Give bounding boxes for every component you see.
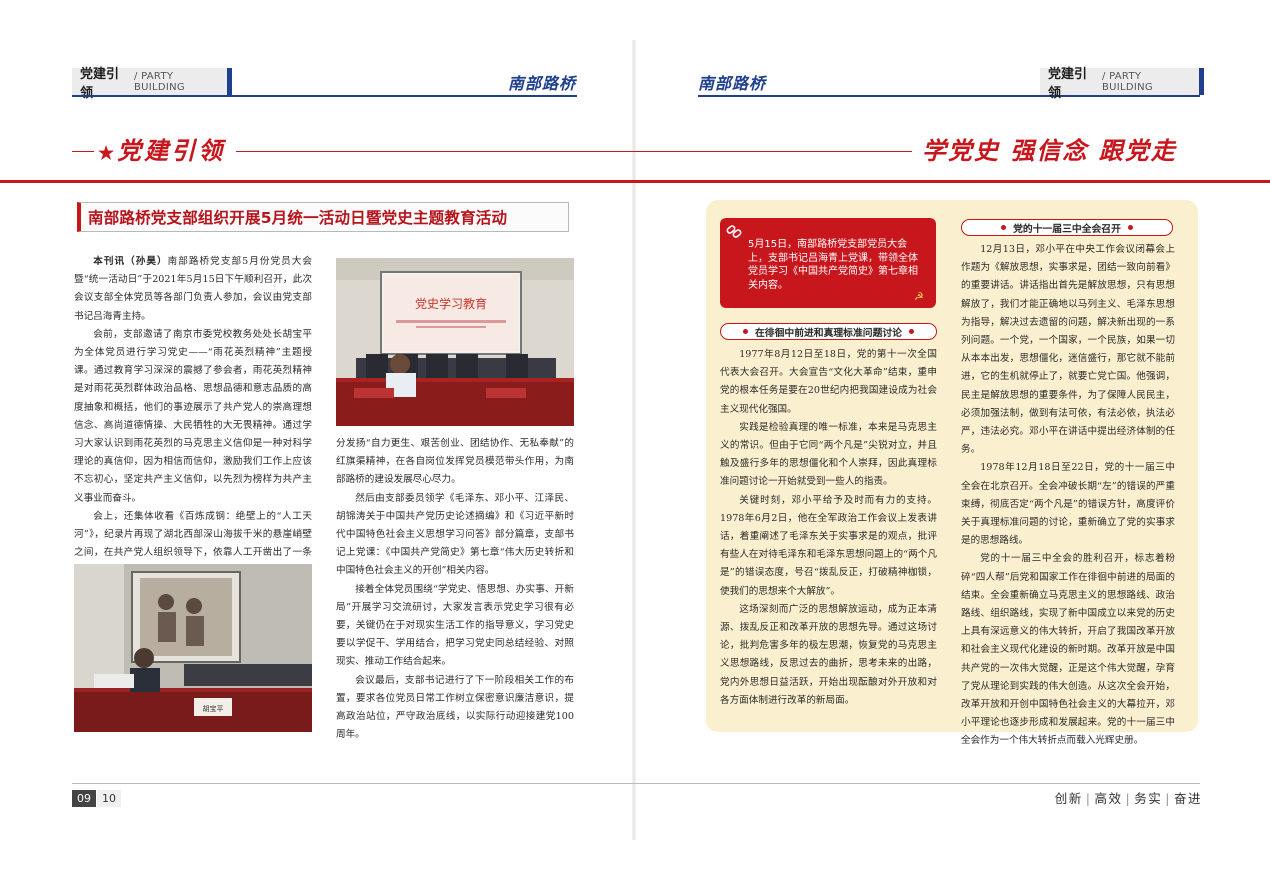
- meeting-photo-lecture: 党史学习教育: [336, 258, 574, 426]
- article-paragraph: 分发扬“自力更生、艰苦创业、团结协作、无私奉献”的红旗渠精神，在各自岗位发挥党员…: [336, 438, 574, 486]
- article-paragraph: 1978年12月18日至22日，党的十一届三中全会在北京召开。全会冲破长期“左”…: [961, 462, 1175, 547]
- star-icon: ★: [98, 143, 118, 164]
- article-paragraph: 党的十一届三中全会的胜利召开，标志着粉碎“四人帮”后党和国家工作在徘徊中前进的局…: [961, 553, 1175, 747]
- subsection-heading-1: 在徘徊中前进和真理标准问题讨论: [720, 323, 937, 340]
- header-section-tab-left: 党建引领 / PARTY BUILDING: [72, 67, 232, 101]
- subsection-heading-2: 党的十一届三中全会召开: [961, 219, 1173, 236]
- header-section-en-right: / PARTY BUILDING: [1101, 70, 1153, 93]
- photo-caption-box: 5月15日，南部路桥党支部党员大会上，支部书记吕海青上党课，带领全体党员学习《中…: [720, 218, 936, 308]
- header-brand-left: 南部路桥: [508, 74, 577, 93]
- article-paragraph: 接着全体党员围绕“学党史、悟思想、办实事、开新局”开展学习交流研讨，大家发言表示…: [336, 583, 574, 668]
- article-title: 南部路桥党支部组织开展5月统一活动日暨党史主题教育活动: [77, 202, 569, 232]
- subsection-1-body: 1977年8月12日至18日，党的第十一次全国代表大会召开。大会宣告“文化大革命…: [720, 346, 937, 710]
- meeting-photo-speaker: 胡宝平: [74, 564, 312, 732]
- header-brand-right: 南部路桥: [698, 74, 767, 93]
- link-icon: [725, 222, 743, 240]
- article-paragraph: 然后由支部委员领学《毛泽东、邓小平、江泽民、胡锦涛关于中国共产党历史论述摘编》和…: [336, 492, 574, 577]
- section-title-left: ★党建引领: [98, 136, 226, 165]
- article-column-2: 分发扬“自力更生、艰苦创业、团结协作、无私奉献”的红旗渠精神，在各自岗位发挥党员…: [336, 435, 574, 744]
- svg-text:党史学习教育: 党史学习教育: [415, 296, 487, 311]
- svg-text:胡宝平: 胡宝平: [203, 704, 224, 713]
- header-section-en: / PARTY BUILDING: [133, 70, 185, 93]
- article-paragraph: 1977年8月12日至18日，党的第十一次全国代表大会召开。大会宣告“文化大革命…: [720, 349, 937, 415]
- header-section-cn-right: 党建引领: [1048, 66, 1088, 101]
- article-lead: 本刊讯（孙昊）: [93, 256, 168, 267]
- page-number-right: 10: [97, 790, 121, 807]
- article-paragraph: 关键时刻，邓小平给予及时而有力的支持。1978年6月2日，他在全军政治工作会议上…: [720, 494, 937, 597]
- subsection-2-body: 12月13日，邓小平在中央工作会议闭幕会上作题为《解放思想，实事求是，团结一致向…: [961, 241, 1175, 751]
- article-paragraph: 会前，支部邀请了南京市委党校教务处处长胡宝平为全体党员进行学习党史——“雨花英烈…: [74, 328, 312, 504]
- party-emblem-icon: ☭: [914, 290, 924, 303]
- article-paragraph: 会议最后，支部书记进行了下一阶段相关工作的布置，要求各位党员日常工作树立保密意识…: [336, 674, 574, 741]
- page-spine: [632, 40, 636, 840]
- article-paragraph: 这场深刻而广泛的思想解放运动，成为正本清源、拨乱反正和改革开放的思想先导。通过这…: [720, 603, 937, 706]
- article-paragraph: 12月13日，邓小平在中央工作会议闭幕会上作题为《解放思想，实事求是，团结一致向…: [961, 244, 1175, 456]
- red-divider: [0, 180, 1270, 183]
- footer-motto: 创新 | 高效 | 务实 | 奋进: [1054, 791, 1202, 806]
- article-paragraph: 实践是检验真理的唯一标准，本来是马克思主义的常识。但由于它同“两个凡是”尖锐对立…: [720, 421, 937, 488]
- section-title-right: 学党史 强信念 跟党走: [922, 136, 1177, 165]
- page-number-left: 09: [72, 790, 96, 807]
- header-section-tab-right: 党建引领 / PARTY BUILDING: [1040, 67, 1204, 101]
- article-column-1: 本刊讯（孙昊）南部路桥党支部5月份党员大会暨“统一活动日”于2021年5月15日…: [74, 253, 312, 599]
